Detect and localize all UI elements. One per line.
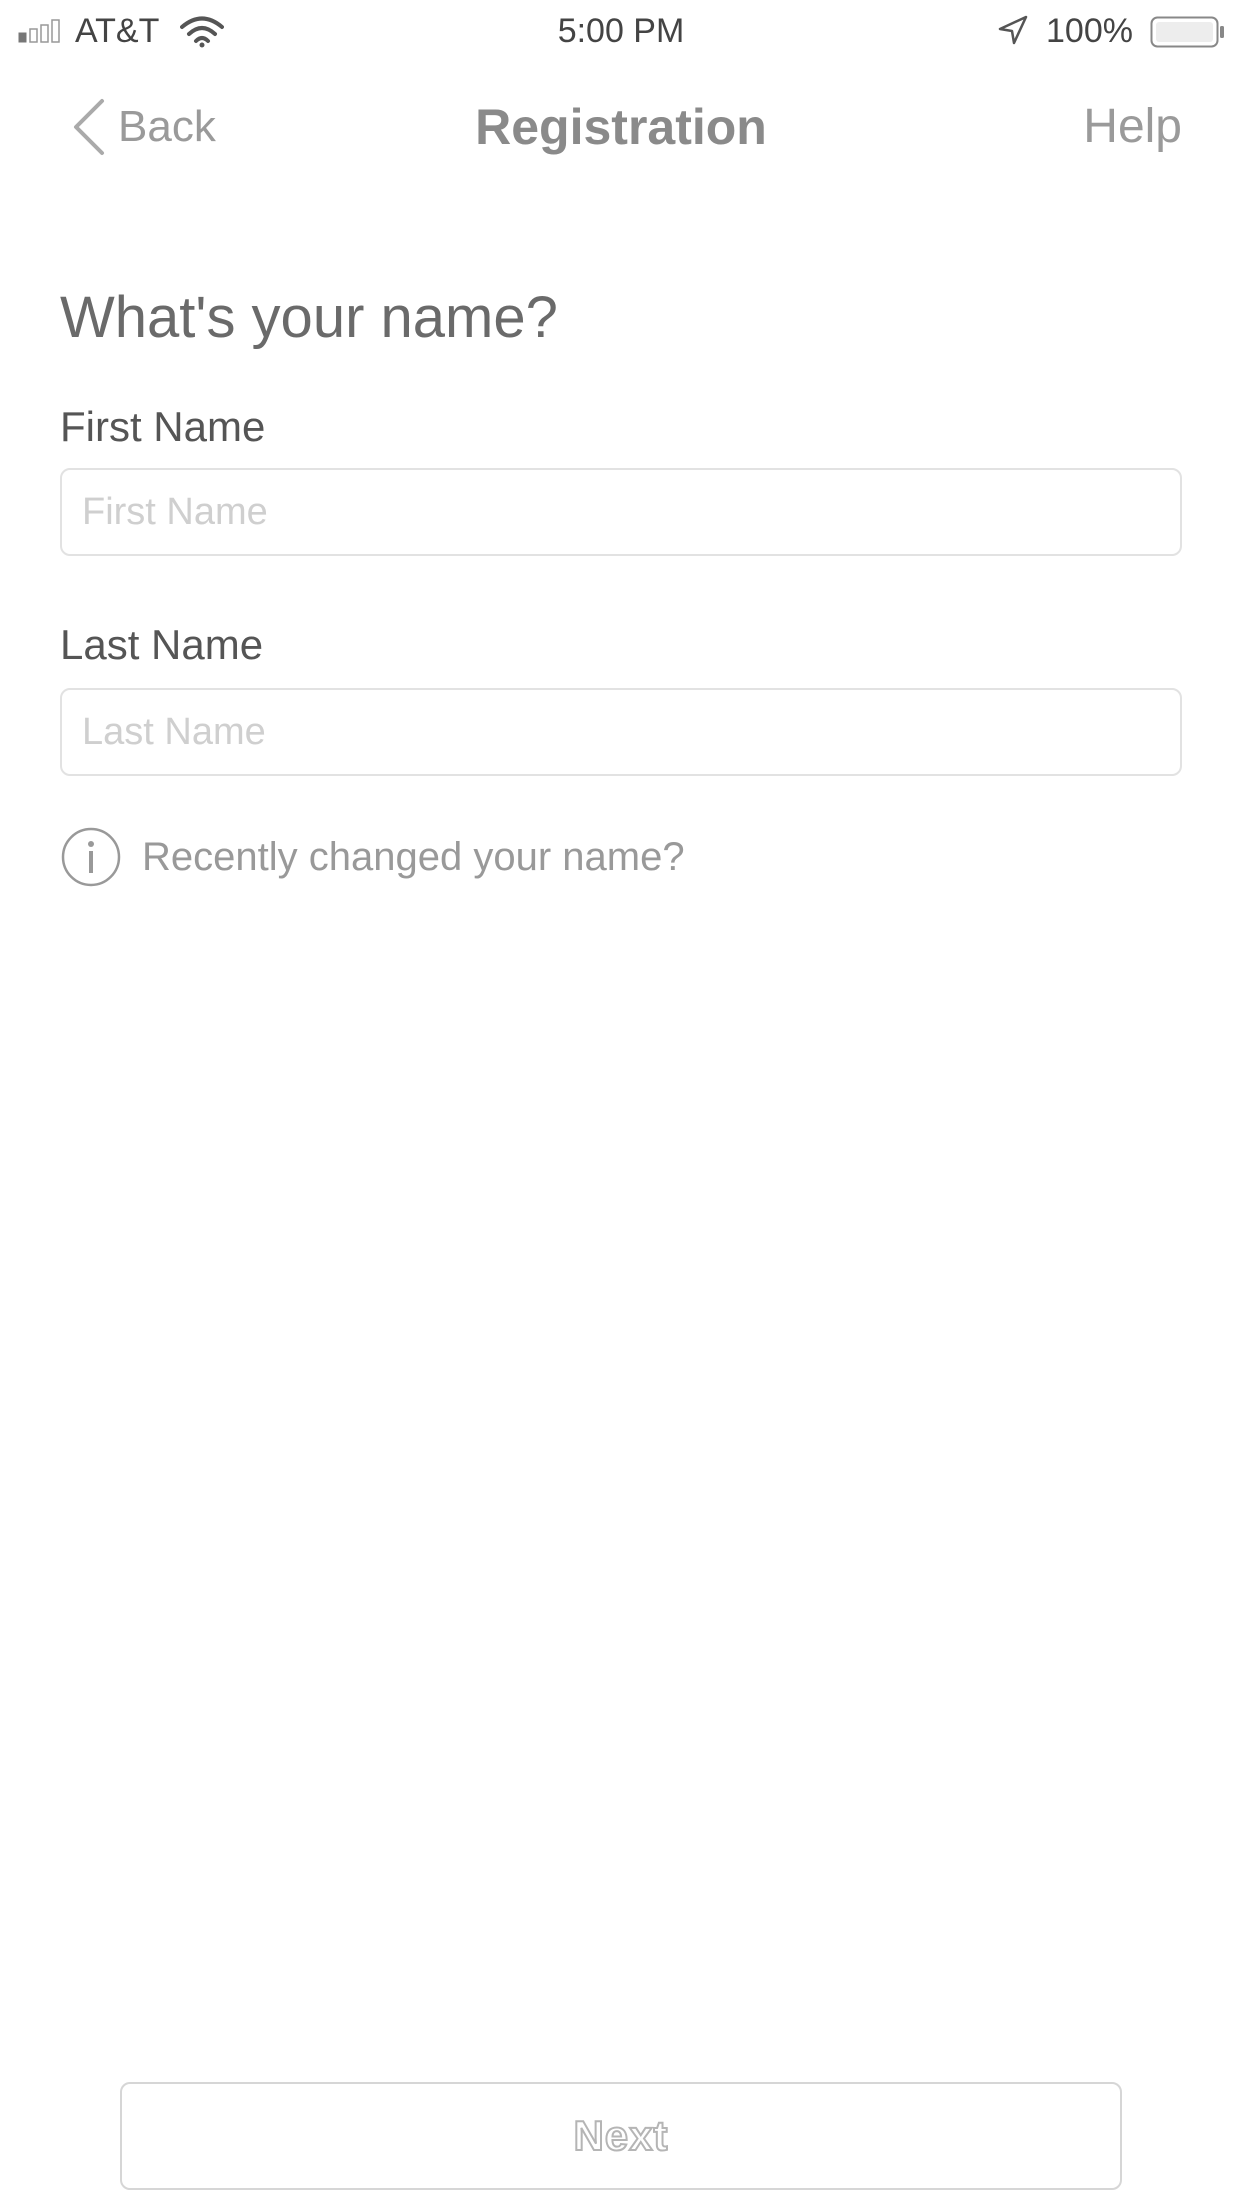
navigation-bar: Back Registration Help xyxy=(0,80,1242,174)
battery-percent: 100% xyxy=(1046,12,1133,50)
name-change-info-link[interactable]: Recently changed your name? xyxy=(60,825,685,889)
status-bar: AT&T 5:00 PM 100% xyxy=(0,0,1242,62)
help-button[interactable]: Help xyxy=(1083,94,1182,160)
last-name-input[interactable] xyxy=(60,688,1182,776)
next-button[interactable]: Next xyxy=(120,2082,1122,2190)
first-name-label: First Name xyxy=(60,403,266,450)
page-title: Registration xyxy=(475,99,767,155)
first-name-input[interactable] xyxy=(60,468,1182,556)
form-heading: What's your name? xyxy=(60,285,558,350)
next-button-label: Next xyxy=(572,2111,669,2160)
info-text: Recently changed your name? xyxy=(142,834,685,879)
last-name-label: Last Name xyxy=(60,621,264,668)
battery-icon xyxy=(1150,16,1224,48)
location-arrow-icon xyxy=(998,15,1028,45)
info-icon xyxy=(61,827,121,887)
